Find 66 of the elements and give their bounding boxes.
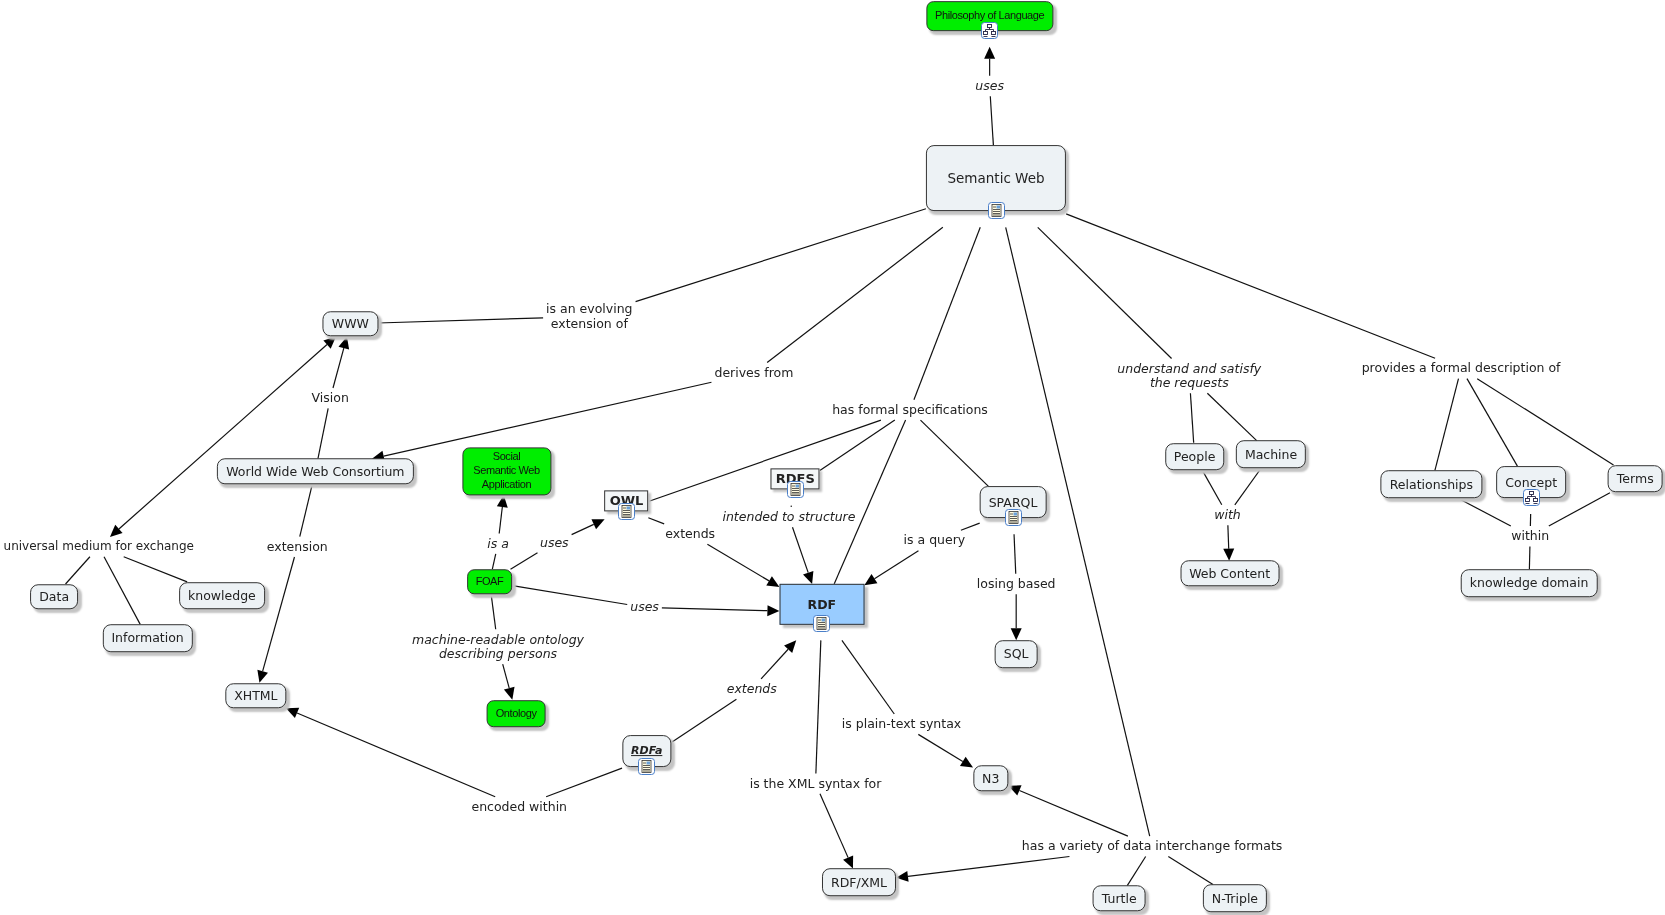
linking-phrase: understand and satisfy the requests: [1117, 361, 1262, 391]
concept-node: Information: [102, 624, 193, 652]
linking-phrase: derives from: [714, 365, 794, 380]
connector-arrow: [864, 550, 920, 586]
concept-node: Ontology: [486, 699, 546, 728]
concept-node: knowledge domain: [1460, 569, 1598, 597]
connector-arrow: [571, 519, 605, 536]
concept-node: Concept: [1496, 466, 1567, 498]
linking-phrase: is a query: [903, 533, 966, 548]
document-icon[interactable]: [1004, 509, 1022, 527]
concept-node: WWW: [322, 311, 378, 337]
concept-node: N3: [973, 765, 1009, 792]
linking-phrase: encoded within: [471, 799, 568, 815]
document-icon[interactable]: [638, 757, 656, 775]
concept-node: XHTML: [225, 682, 287, 709]
linking-phrase: is an evolving extension of: [546, 302, 633, 331]
connector-arrow: [984, 46, 996, 77]
linking-phrase: intended to structure: [722, 509, 856, 525]
connector-arrow: [1010, 593, 1022, 641]
linking-phrase: uses: [975, 78, 1004, 94]
concept-node: People: [1164, 442, 1225, 471]
linking-phrase: is a: [487, 536, 509, 551]
document-icon[interactable]: [813, 615, 831, 633]
concept-node: FOAF: [466, 569, 513, 595]
hierarchy-icon[interactable]: [981, 21, 999, 39]
linking-phrase: has formal specifications: [832, 402, 988, 418]
concept-node: RDF/XML: [822, 868, 897, 897]
linking-phrase: losing based: [976, 576, 1056, 592]
concept-node: RDF: [779, 584, 865, 625]
concept-node: Relationships: [1380, 470, 1482, 498]
concept-link[interactable]: RDFa: [622, 734, 672, 767]
concept-node: Web Content: [1180, 560, 1280, 587]
linking-phrase: extension: [266, 539, 328, 555]
concept-node: Turtle: [1092, 885, 1146, 912]
connector-arrow: [502, 663, 515, 700]
concept-node: Semantic Web: [925, 145, 1067, 212]
connector-arrow: [1223, 524, 1235, 561]
concept-node: Data: [30, 584, 79, 610]
linking-phrase: Vision: [311, 391, 349, 406]
concept-node: Terms: [1607, 465, 1663, 493]
linking-phrase: uses: [539, 535, 569, 550]
linking-phrase: has a variety of data interchange formats: [1021, 839, 1283, 854]
linking-phrase: extends: [726, 681, 777, 697]
concept-node: SQL: [994, 640, 1038, 668]
concept-node: knowledge: [179, 581, 265, 610]
linking-phrase: universal medium for exchange: [3, 539, 194, 554]
hierarchy-icon[interactable]: [1522, 489, 1540, 506]
linking-phrase: machine-readable ontology describing persons: [412, 632, 584, 662]
linking-phrase: with: [1214, 507, 1241, 523]
concept-node: World Wide Web Consortium: [217, 458, 414, 485]
linking-phrase: is the XML syntax for: [749, 776, 882, 791]
linking-phrase: is plain-text syntax: [841, 717, 962, 732]
concept-node: Machine: [1235, 440, 1307, 469]
concept-node: SPARQL: [979, 486, 1047, 519]
concept-node: Social Semantic Web Application: [461, 447, 552, 496]
linking-phrase: extends: [665, 526, 716, 542]
linking-phrase: within: [1511, 529, 1550, 544]
linking-phrase: provides a formal description of: [1361, 361, 1561, 376]
document-icon[interactable]: [987, 202, 1005, 220]
connector-arrow: [760, 640, 797, 680]
connector-arrow: [496, 495, 508, 535]
connector-arrow: [791, 526, 814, 584]
concept-node: N-Triple: [1202, 884, 1268, 913]
connector-arrow: [917, 733, 974, 768]
concept-node: Philosophy of Language: [926, 1, 1054, 31]
linking-phrase: uses: [630, 600, 659, 615]
